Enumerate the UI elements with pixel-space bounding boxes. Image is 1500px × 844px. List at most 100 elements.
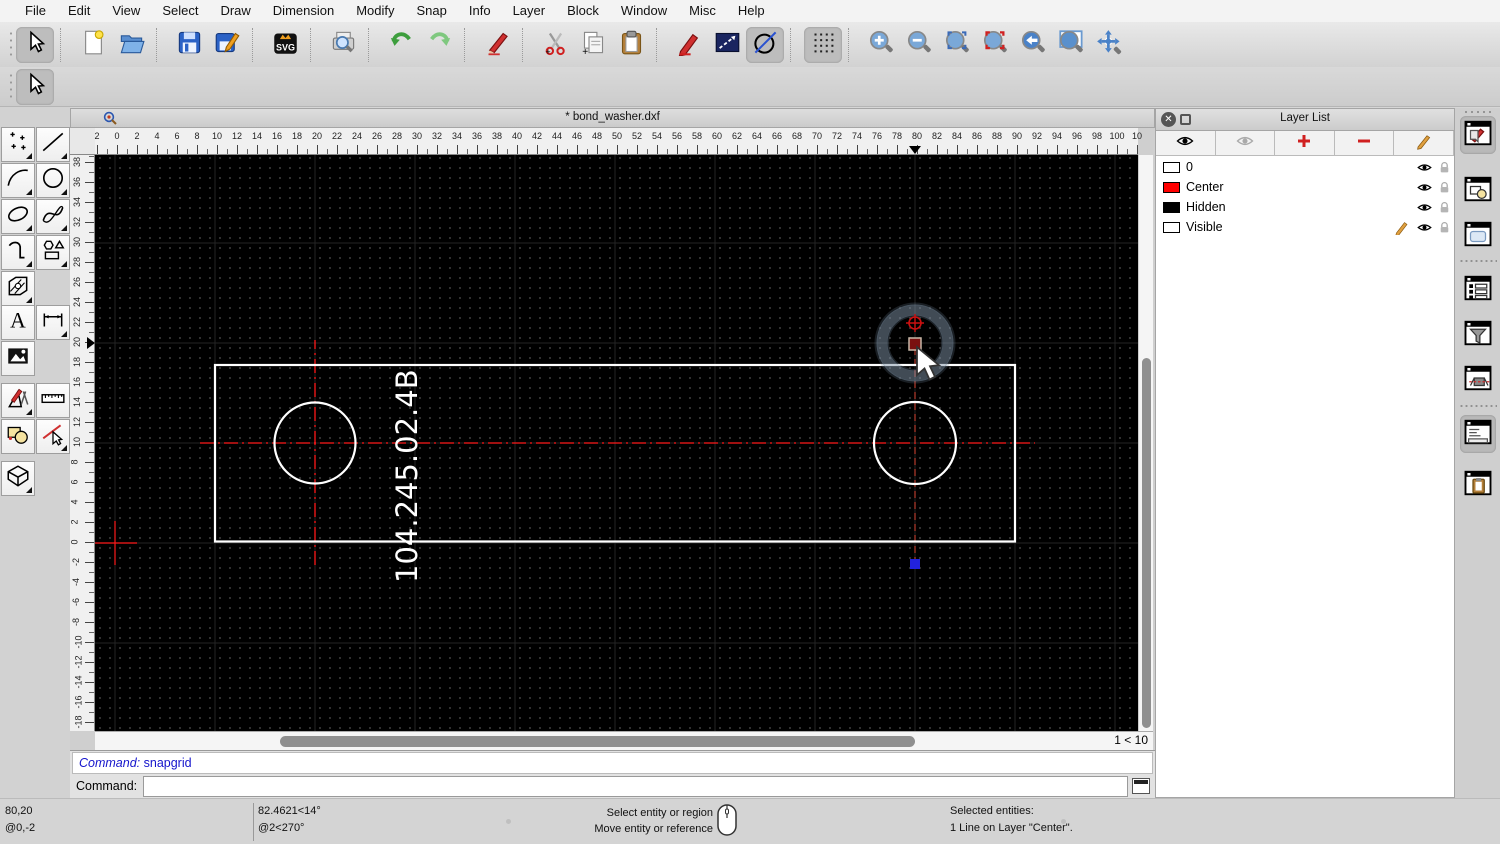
delete-button[interactable]	[478, 27, 516, 63]
command-input[interactable]	[143, 776, 1128, 797]
modify-tool-button[interactable]	[1, 383, 35, 418]
zoom-in-button[interactable]	[862, 27, 900, 63]
vertical-ruler: 38 36 34 32 30 28 26 24 22 20 18 16 14 12 10 8 6 4 2 0 -2 -4-…	[70, 155, 95, 731]
remove-layer-button[interactable]	[1334, 131, 1395, 156]
command-line-panel-button[interactable]	[1460, 415, 1496, 453]
entity-list-panel-button[interactable]	[1460, 271, 1496, 309]
main-toolbar: SVG + +	[0, 22, 1500, 67]
info-tool-button[interactable]	[1, 419, 35, 454]
layer-row-0[interactable]: 0	[1156, 158, 1454, 178]
menu-info[interactable]: Info	[458, 0, 502, 22]
document-titlebar[interactable]: * bond_washer.dxf	[70, 108, 1155, 128]
image-tool-button[interactable]	[1, 341, 35, 376]
line-tool-icon	[40, 129, 66, 160]
select-arrow-button[interactable]	[16, 68, 54, 105]
undo-button[interactable]	[382, 27, 420, 63]
pen-button[interactable]	[670, 27, 708, 63]
zoom-auto-button[interactable]	[938, 27, 976, 63]
library-browser-panel-button[interactable]	[1460, 217, 1496, 255]
menu-block[interactable]: Block	[556, 0, 610, 22]
menu-view[interactable]: View	[101, 0, 151, 22]
menu-select[interactable]: Select	[151, 0, 209, 22]
circle-tool-button[interactable]	[36, 163, 70, 198]
zoom-window-button[interactable]	[1052, 27, 1090, 63]
zoom-previous-icon	[1020, 29, 1047, 61]
horizontal-scrollbar[interactable]	[95, 731, 1153, 750]
layer-row-visible[interactable]: Visible	[1156, 218, 1454, 238]
print-preview-button[interactable]	[324, 27, 362, 63]
layer-row-center[interactable]: Center	[1156, 178, 1454, 198]
open-file-button[interactable]	[112, 27, 150, 63]
media-panel-button[interactable]	[1460, 361, 1496, 399]
points-tool-icon	[5, 129, 31, 160]
layer-name: Visible	[1186, 220, 1223, 234]
menu-file[interactable]: File	[14, 0, 57, 22]
layer-visibility-icon[interactable]	[1416, 160, 1433, 175]
zoom-previous-button[interactable]	[1014, 27, 1052, 63]
points-tool-button[interactable]	[1, 127, 35, 162]
layer-lock-icon[interactable]	[1438, 180, 1451, 195]
menu-draw[interactable]: Draw	[209, 0, 261, 22]
svg-export-button[interactable]: SVG	[266, 27, 304, 63]
copy-button[interactable]: +	[574, 27, 612, 63]
menu-edit[interactable]: Edit	[57, 0, 101, 22]
snap-grid-button[interactable]	[804, 26, 842, 63]
line-tool-button[interactable]	[36, 127, 70, 162]
svg-text:+: +	[582, 46, 588, 55]
zoom-out-icon	[906, 29, 933, 61]
add-layer-button[interactable]	[1275, 131, 1335, 156]
vertical-scrollbar-thumb[interactable]	[1142, 358, 1151, 728]
save-button[interactable]	[170, 27, 208, 63]
right-button-hint: Move entity or reference	[594, 823, 713, 835]
mouse-hints: Select entity or region Move entity or r…	[500, 805, 713, 837]
menu-snap[interactable]: Snap	[406, 0, 458, 22]
line-attributes-button[interactable]	[708, 27, 746, 63]
polyline-tool-button[interactable]	[1, 235, 35, 270]
clipboard-panel-button[interactable]	[1460, 466, 1496, 504]
menu-misc[interactable]: Misc	[678, 0, 727, 22]
ellipse-tool-button[interactable]	[1, 199, 35, 234]
layer-visibility-icon[interactable]	[1416, 180, 1433, 195]
block-list-panel-button[interactable]	[1460, 172, 1496, 210]
horizontal-scrollbar-thumb[interactable]	[280, 736, 915, 747]
zoom-redraw-button[interactable]	[976, 27, 1014, 63]
new-file-button[interactable]	[74, 27, 112, 63]
show-all-layers-button[interactable]	[1156, 131, 1216, 156]
hide-all-layers-button[interactable]	[1215, 131, 1276, 156]
menu-modify[interactable]: Modify	[345, 0, 405, 22]
drawing-canvas[interactable]: 104.245.02.4B	[95, 155, 1138, 731]
polygon-tool-button[interactable]	[36, 235, 70, 270]
menu-dimension[interactable]: Dimension	[262, 0, 345, 22]
menu-help[interactable]: Help	[727, 0, 776, 22]
command-dock-button[interactable]	[1132, 778, 1150, 794]
layer-row-hidden[interactable]: Hidden	[1156, 198, 1454, 218]
layer-lock-icon[interactable]	[1438, 200, 1451, 215]
save-as-button[interactable]	[208, 27, 246, 63]
measure-tool-button[interactable]	[36, 383, 70, 418]
spline-tool-button[interactable]	[36, 199, 70, 234]
layer-visibility-icon[interactable]	[1416, 200, 1433, 215]
zoom-out-button[interactable]	[900, 27, 938, 63]
solid-3d-tool-button[interactable]	[1, 461, 35, 496]
filter-panel-button[interactable]	[1460, 316, 1496, 354]
redo-button[interactable]	[420, 27, 458, 63]
cut-button[interactable]: +	[536, 27, 574, 63]
layer-list-panel-button[interactable]	[1460, 116, 1496, 154]
menu-layer[interactable]: Layer	[502, 0, 557, 22]
hatch-tool-button[interactable]	[1, 271, 35, 306]
layer-lock-icon[interactable]	[1438, 220, 1451, 235]
layer-visibility-icon[interactable]	[1416, 220, 1433, 235]
deselect-tool-button[interactable]	[36, 419, 70, 454]
edit-layer-button[interactable]	[1394, 131, 1454, 156]
zoom-pan-button[interactable]	[1090, 27, 1128, 63]
layer-lock-icon[interactable]	[1438, 160, 1451, 175]
paste-icon	[618, 29, 645, 61]
vertical-scrollbar[interactable]	[1138, 155, 1153, 731]
arc-tool-button[interactable]	[1, 163, 35, 198]
select-arrow-button[interactable]	[16, 26, 54, 63]
paste-button[interactable]	[612, 27, 650, 63]
menu-window[interactable]: Window	[610, 0, 678, 22]
text-tool-button[interactable]: A	[1, 305, 35, 340]
dimension-tool-button[interactable]	[36, 305, 70, 340]
circle-line-button[interactable]	[746, 26, 784, 63]
